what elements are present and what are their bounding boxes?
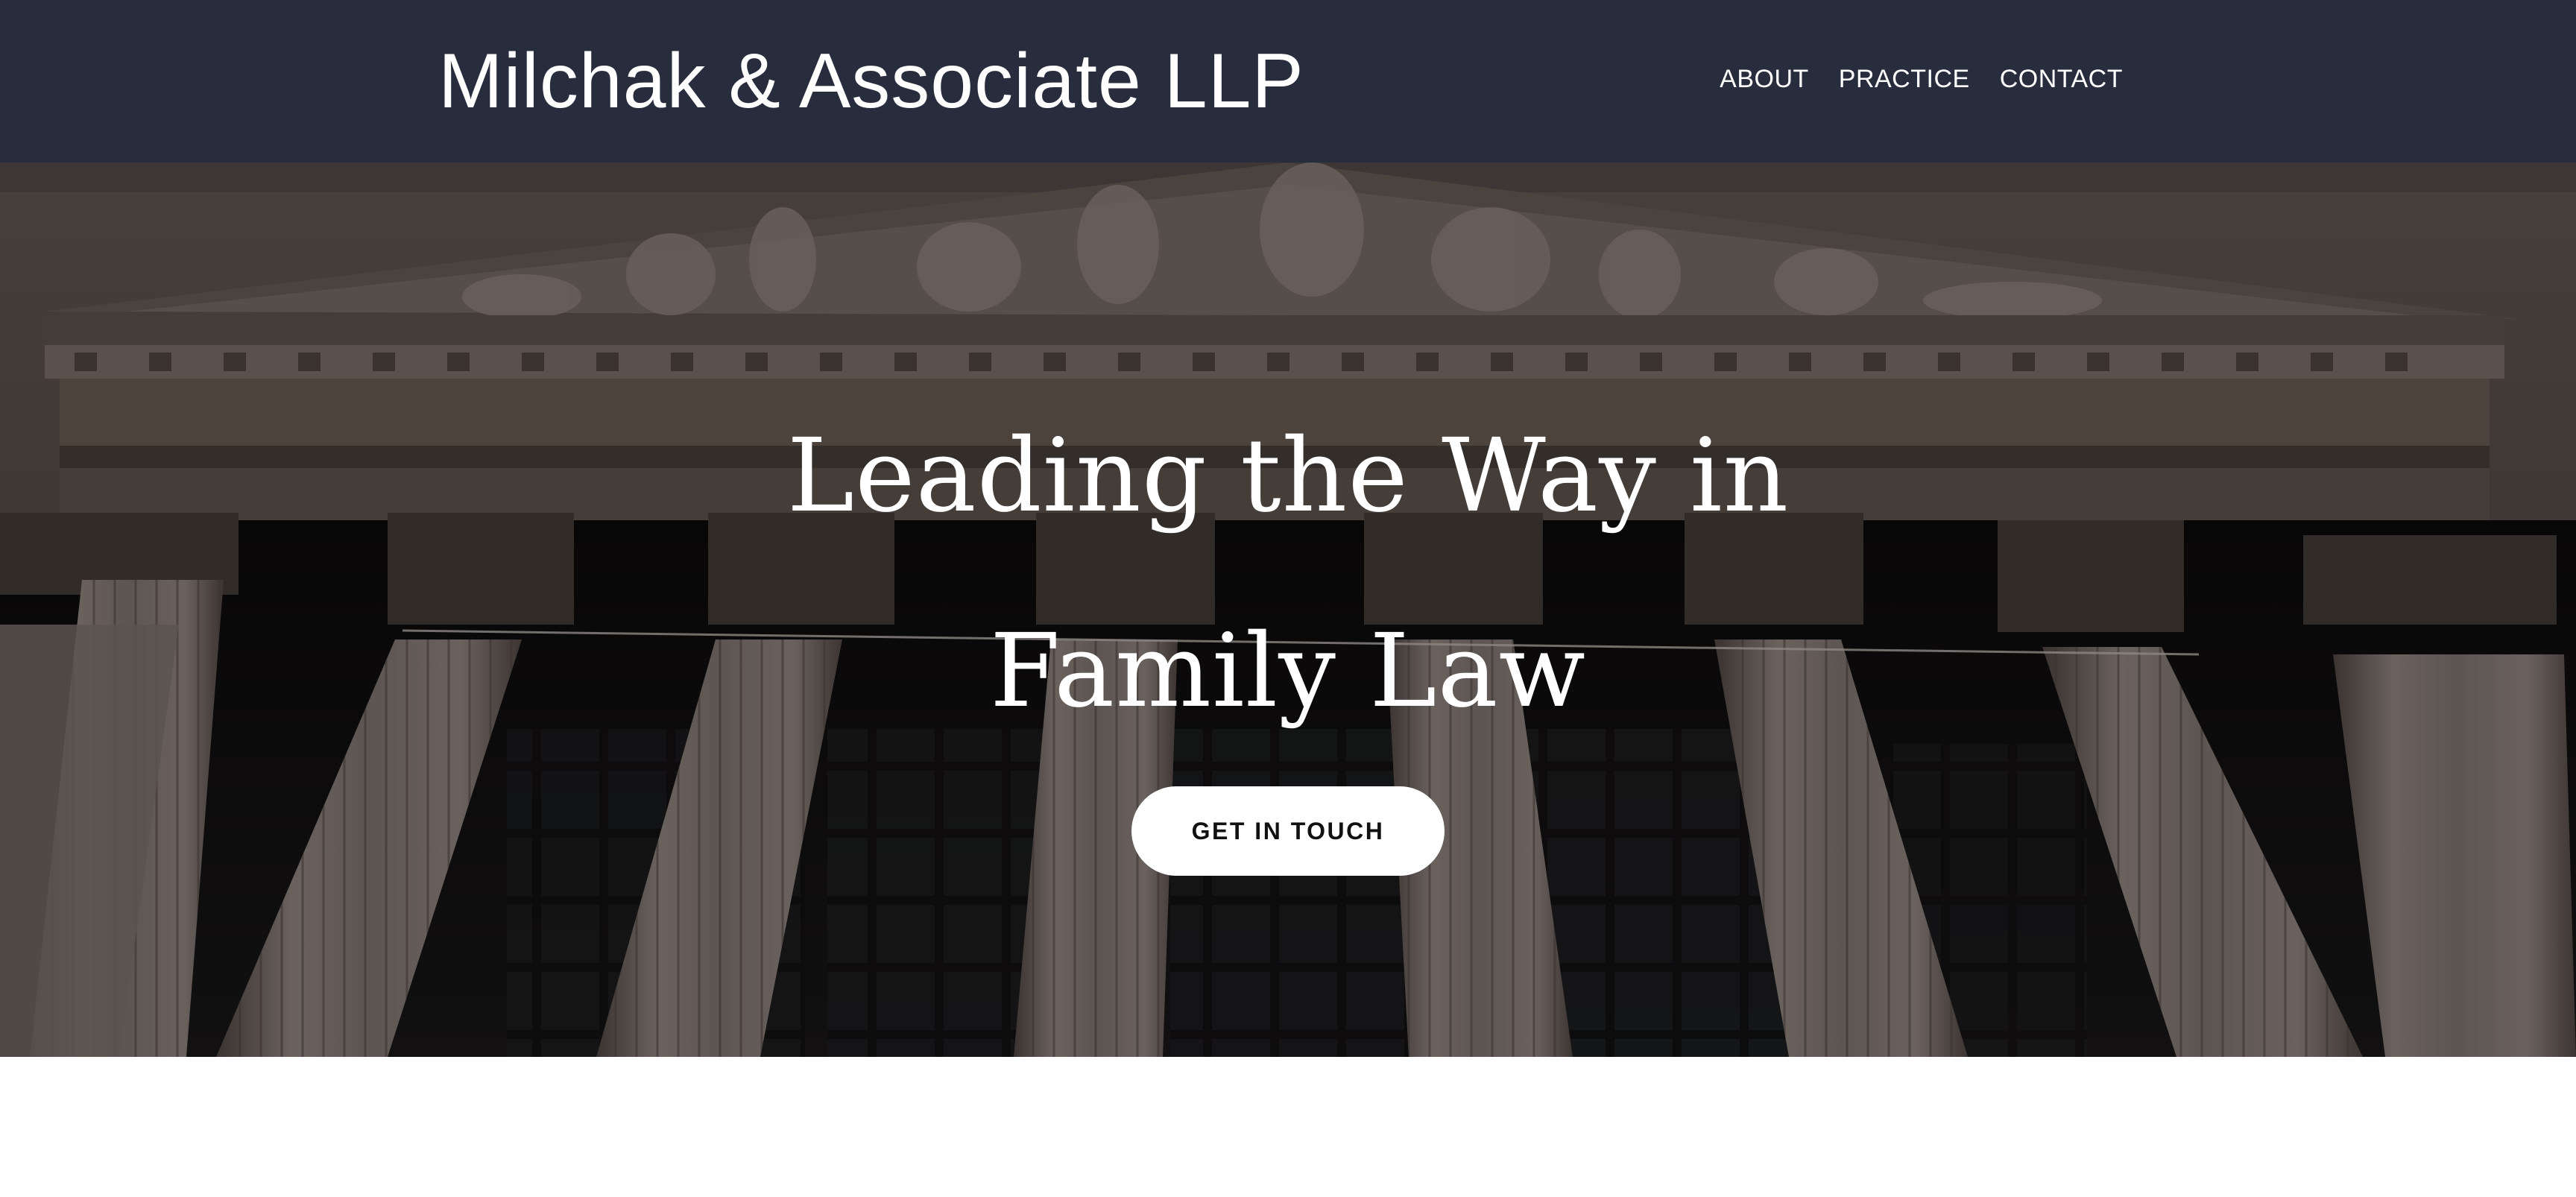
nav-link-about[interactable]: ABOUT xyxy=(1720,61,1809,97)
get-in-touch-button[interactable]: GET IN TOUCH xyxy=(1131,786,1445,876)
site-title-logo[interactable]: Milchak & Associate LLP xyxy=(438,37,1304,125)
hero-section: Leading the Way in Family Law GET IN TOU… xyxy=(0,162,2576,1057)
hero-heading: Leading the Way in Family Law xyxy=(786,417,1790,730)
site-header: Milchak & Associate LLP ABOUT PRACTICE C… xyxy=(0,0,2576,162)
nav-link-contact[interactable]: CONTACT xyxy=(2000,61,2123,97)
main-nav: ABOUT PRACTICE CONTACT xyxy=(1720,61,2123,97)
nav-link-practice[interactable]: PRACTICE xyxy=(1839,61,1970,97)
